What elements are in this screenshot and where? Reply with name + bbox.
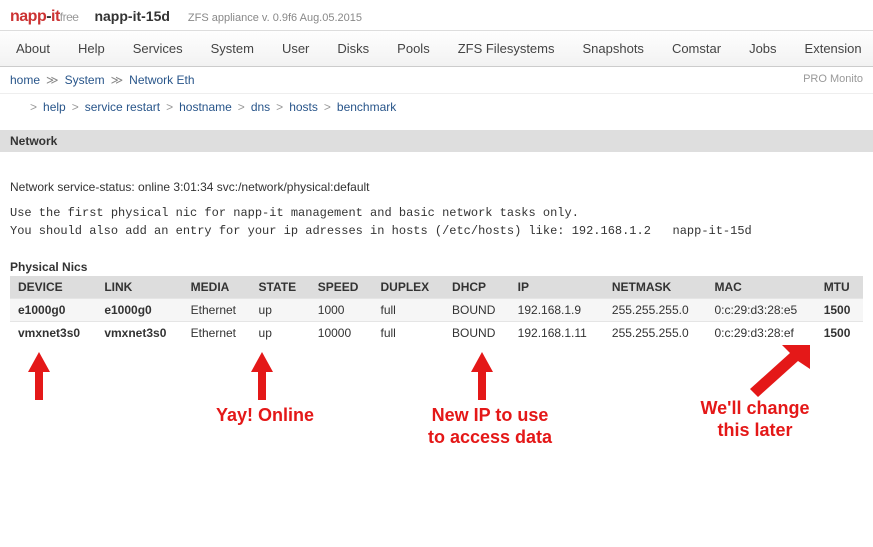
menu-item-user[interactable]: User [268, 35, 323, 62]
subnav-hosts[interactable]: hosts [289, 100, 318, 114]
breadcrumb-sep: > [166, 100, 173, 114]
menu-item-help[interactable]: Help [64, 35, 119, 62]
cell-link[interactable]: vmxnet3s0 [96, 322, 182, 345]
annotation-arrow-1 [24, 352, 54, 402]
menu-item-comstar[interactable]: Comstar [658, 35, 735, 62]
nics-table-header-row: DEVICELINKMEDIASTATESPEEDDUPLEXDHCPIPNET… [10, 276, 863, 299]
annotation-arrow-2 [247, 352, 277, 402]
cell-device[interactable]: e1000g0 [10, 299, 96, 322]
brand-free-label: free [60, 10, 79, 24]
brand-hostname: napp-it-15d [94, 8, 169, 24]
subnav-benchmark[interactable]: benchmark [337, 100, 396, 114]
col-netmask: NETMASK [604, 276, 707, 299]
annotation-label-change-later: We'll change this later [680, 398, 830, 441]
cell-state[interactable]: up [251, 299, 310, 322]
cell-dhcp[interactable]: BOUND [444, 299, 510, 322]
menu-item-zfs-filesystems[interactable]: ZFS Filesystems [444, 35, 569, 62]
col-media: MEDIA [183, 276, 251, 299]
cell-mac: 0:c:29:d3:28:ef [706, 322, 815, 345]
cell-state[interactable]: up [251, 322, 310, 345]
table-row: vmxnet3s0vmxnet3s0Ethernetup10000fullBOU… [10, 322, 863, 345]
content-area: Network service-status: online 3:01:34 s… [0, 152, 873, 354]
subnav-service-restart[interactable]: service restart [85, 100, 160, 114]
col-mac: MAC [706, 276, 815, 299]
col-ip: IP [510, 276, 604, 299]
brand-version: ZFS appliance v. 0.9f6 Aug.05.2015 [188, 12, 362, 24]
cell-mtu[interactable]: 1500 [816, 299, 863, 322]
annotation-label-online: Yay! Online [200, 405, 330, 427]
brand-row: napp-it free napp-it-15d ZFS appliance v… [0, 0, 873, 30]
brand-logo: napp-it free [10, 8, 78, 26]
breadcrumb-sep: ≫ [111, 73, 124, 87]
breadcrumb-sep: > [276, 100, 283, 114]
breadcrumb-network-eth[interactable]: Network Eth [129, 73, 194, 87]
instructions-text: Use the first physical nic for napp-it m… [10, 204, 863, 240]
col-speed: SPEED [310, 276, 373, 299]
main-menu: AboutHelpServicesSystemUserDisksPoolsZFS… [0, 30, 873, 67]
annotation-arrow-3 [467, 352, 497, 402]
menu-item-about[interactable]: About [10, 35, 64, 62]
cell-mac: 0:c:29:d3:28:e5 [706, 299, 815, 322]
cell-dhcp[interactable]: BOUND [444, 322, 510, 345]
col-duplex: DUPLEX [372, 276, 444, 299]
breadcrumb-secondary: > help > service restart > hostname > dns > hosts… [0, 94, 873, 120]
col-dhcp: DHCP [444, 276, 510, 299]
breadcrumb-primary: home ≫ System ≫ Network Eth PRO Monito [0, 67, 873, 94]
cell-ip: 192.168.1.11 [510, 322, 604, 345]
subnav-dns[interactable]: dns [251, 100, 270, 114]
annotation-arrow-4 [740, 345, 820, 405]
cell-mtu[interactable]: 1500 [816, 322, 863, 345]
subnav-hostname[interactable]: hostname [179, 100, 232, 114]
table-row: e1000g0e1000g0Ethernetup1000fullBOUND192… [10, 299, 863, 322]
cell-duplex: full [372, 322, 444, 345]
menu-item-system[interactable]: System [197, 35, 268, 62]
nics-table-title: Physical Nics [10, 260, 863, 274]
breadcrumb-system[interactable]: System [65, 73, 105, 87]
breadcrumb-sep: > [30, 100, 37, 114]
menu-item-snapshots[interactable]: Snapshots [569, 35, 658, 62]
cell-duplex: full [372, 299, 444, 322]
breadcrumb-sep: ≫ [46, 73, 59, 87]
cell-speed: 10000 [310, 322, 373, 345]
menu-item-extension[interactable]: Extension [791, 35, 873, 62]
nics-table: DEVICELINKMEDIASTATESPEEDDUPLEXDHCPIPNET… [10, 276, 863, 344]
breadcrumb-home[interactable]: home [10, 73, 40, 87]
col-link: LINK [96, 276, 182, 299]
cell-link[interactable]: e1000g0 [96, 299, 182, 322]
cell-netmask: 255.255.255.0 [604, 299, 707, 322]
menu-item-pools[interactable]: Pools [383, 35, 444, 62]
cell-media: Ethernet [183, 299, 251, 322]
pro-monitor-label: PRO Monito [803, 73, 863, 85]
breadcrumb-sep: > [72, 100, 79, 114]
breadcrumb-sep: > [238, 100, 245, 114]
col-state: STATE [251, 276, 310, 299]
brand-logo-it: it [51, 8, 60, 25]
brand-logo-napp: napp [10, 8, 46, 25]
col-mtu: MTU [816, 276, 863, 299]
col-device: DEVICE [10, 276, 96, 299]
menu-item-disks[interactable]: Disks [323, 35, 383, 62]
breadcrumb-sep: > [324, 100, 331, 114]
section-title-network: Network [0, 130, 873, 152]
subnav-help[interactable]: help [43, 100, 66, 114]
annotation-label-new-ip: New IP to use to access data [410, 405, 570, 448]
menu-item-services[interactable]: Services [119, 35, 197, 62]
cell-media: Ethernet [183, 322, 251, 345]
cell-ip: 192.168.1.9 [510, 299, 604, 322]
cell-netmask: 255.255.255.0 [604, 322, 707, 345]
menu-item-jobs[interactable]: Jobs [735, 35, 790, 62]
cell-device[interactable]: vmxnet3s0 [10, 322, 96, 345]
network-service-status: Network service-status: online 3:01:34 s… [10, 180, 863, 194]
cell-speed: 1000 [310, 299, 373, 322]
